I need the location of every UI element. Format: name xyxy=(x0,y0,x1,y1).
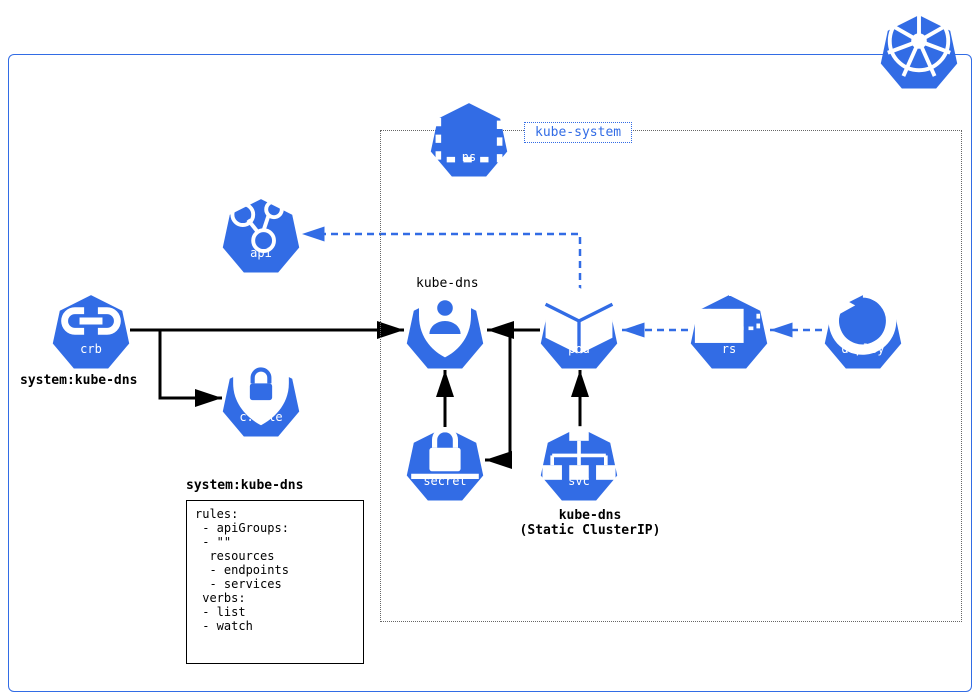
kubernetes-logo-icon xyxy=(880,12,958,90)
crole-node-label: c.role xyxy=(222,410,300,424)
namespace-boundary xyxy=(380,130,962,622)
secret-node: secret xyxy=(406,424,484,502)
deploy-node: deploy xyxy=(824,292,902,370)
svc-caption: kube-dns (Static ClusterIP) xyxy=(510,508,670,538)
rs-node: rs xyxy=(690,292,768,370)
secret-node-label: secret xyxy=(406,474,484,488)
crb-node: crb xyxy=(52,292,130,370)
sa-node-label: sa xyxy=(406,342,484,356)
svc-node-label: svc xyxy=(540,474,618,488)
svc-node: svc xyxy=(540,424,618,502)
rs-node-label: rs xyxy=(690,342,768,356)
crb-caption: system:kube-dns xyxy=(20,373,137,388)
deploy-node-label: deploy xyxy=(824,342,902,356)
rules-box: rules: - apiGroups: - "" resources - end… xyxy=(186,500,364,664)
pod-node: pod xyxy=(540,292,618,370)
pod-node-label: pod xyxy=(540,342,618,356)
rules-title: system:kube-dns xyxy=(186,478,303,493)
api-node-label: api xyxy=(222,246,300,260)
diagram-root: kube-system ns api crb system:kube-dns c… xyxy=(0,0,980,698)
sa-caption: kube-dns xyxy=(416,276,479,291)
crb-node-label: crb xyxy=(52,342,130,356)
crole-node: c.role xyxy=(222,360,300,438)
ns-node-label: ns xyxy=(430,150,508,164)
sa-node: sa xyxy=(406,292,484,370)
ns-node: ns xyxy=(430,100,508,178)
namespace-label: kube-system xyxy=(524,122,632,143)
api-node: api xyxy=(222,196,300,274)
